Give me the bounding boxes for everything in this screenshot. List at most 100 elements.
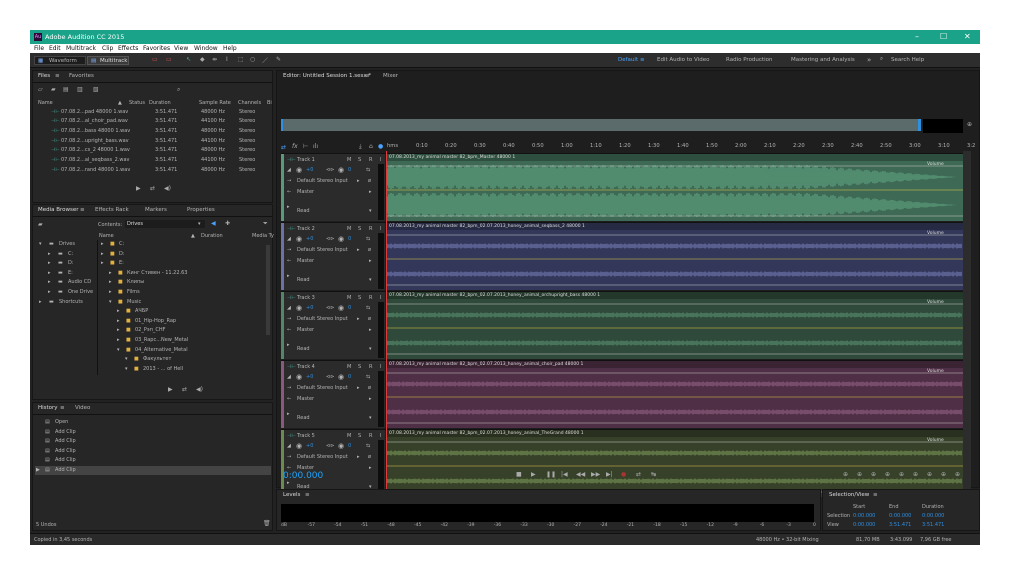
play-icon[interactable]: ▶	[531, 471, 536, 478]
input-monitor-button[interactable]: I	[380, 157, 381, 163]
tab-mixer[interactable]: Mixer	[383, 73, 398, 79]
tree-expander-icon[interactable]: ▾	[39, 241, 42, 247]
col-duration[interactable]: Duration	[149, 100, 171, 106]
track-output[interactable]: Master	[297, 189, 314, 195]
panel-menu-icon[interactable]: ≡	[60, 405, 65, 411]
mute-button[interactable]: M	[347, 364, 351, 370]
folder-label[interactable]: АЧБР	[135, 308, 148, 314]
volume-knob[interactable]: ◉	[296, 304, 302, 312]
menu-file[interactable]: File	[34, 45, 44, 52]
record-button[interactable]: R	[369, 157, 372, 163]
file-row[interactable]: ⊣⊢ 07.08.2...al_choir_pad.wav 3:51.471 4410…	[33, 117, 273, 127]
workspace-edit-audio-to-video[interactable]: Edit Audio to Video	[657, 57, 709, 63]
menu-effects[interactable]: Effects	[118, 45, 138, 52]
phase-invert-icon[interactable]: ø	[368, 247, 371, 253]
col-status[interactable]: Status	[129, 100, 145, 106]
volume-knob[interactable]: ◉	[296, 166, 302, 174]
phase-invert-icon[interactable]: ø	[368, 178, 371, 184]
track-input[interactable]: Default Stereo Input	[297, 247, 348, 253]
folder-label[interactable]: Кинг Стивен - 11.22.63	[127, 270, 187, 276]
phase-invert-icon[interactable]: ø	[368, 454, 371, 460]
folder-label[interactable]: C:	[119, 241, 124, 247]
tab-editor[interactable]: Editor: Untitled Session 1.sesx *	[283, 73, 371, 79]
tree-expander-icon[interactable]: ▸	[117, 318, 120, 324]
col-duration[interactable]: Duration	[201, 233, 223, 239]
zoom-in-amplitude-icon[interactable]: ⊕	[843, 471, 848, 478]
track-input[interactable]: Default Stereo Input	[297, 178, 348, 184]
multitrack-button[interactable]: ▤ Multitrack	[87, 56, 129, 65]
pan-knob[interactable]: ◉	[338, 166, 344, 174]
tree-expander-icon[interactable]: ▸	[48, 279, 51, 285]
phase-icon[interactable]: ⇆	[366, 236, 370, 242]
folder-label[interactable]: Films	[127, 289, 140, 295]
tab-properties[interactable]: Properties	[187, 207, 215, 213]
col-name[interactable]: Name	[38, 100, 53, 106]
import-icon[interactable]: ▰	[51, 86, 56, 93]
dropdown-arrow-icon[interactable]: ▸	[369, 327, 372, 333]
drive-label[interactable]: One Drive	[68, 289, 93, 295]
razor-tool-icon[interactable]: ◆	[200, 56, 205, 63]
go-to-start-icon[interactable]: |◀	[561, 471, 568, 478]
lasso-icon[interactable]: ○	[250, 56, 255, 63]
panel-menu-icon[interactable]: ≡	[365, 73, 370, 79]
dropdown-arrow-icon[interactable]: ▸	[357, 247, 360, 253]
folder-label[interactable]: E:	[119, 260, 124, 266]
menu-window[interactable]: Window	[194, 45, 218, 52]
selection-end[interactable]: 0:00.000	[889, 513, 911, 519]
panel-menu-icon[interactable]: ≡	[55, 73, 60, 79]
input-monitor-button[interactable]: I	[380, 226, 381, 232]
envelope-expand-icon[interactable]: ▸	[287, 411, 290, 417]
file-row[interactable]: ⊣⊢ 07.08.2...cs_2 48000 1.wav 3:51.471 4800…	[33, 146, 273, 156]
view-duration[interactable]: 3:51.471	[922, 522, 944, 528]
automation-mode[interactable]: Read	[297, 346, 310, 352]
phase-invert-icon[interactable]: ø	[368, 316, 371, 322]
rewind-icon[interactable]: ◀◀	[576, 471, 585, 478]
more-workspaces-button[interactable]: »	[867, 56, 871, 64]
overview-bar[interactable]	[281, 119, 921, 131]
new-file-icon[interactable]: ▤	[63, 86, 69, 93]
eq-icon[interactable]: ılı	[313, 143, 318, 150]
tree-expander-icon[interactable]: ▸	[48, 270, 51, 276]
panel-menu-icon[interactable]: ≡	[873, 492, 878, 498]
folder-label[interactable]: D:	[119, 251, 125, 257]
folder-label[interactable]: Клипы	[127, 279, 144, 285]
phase-icon[interactable]: ⇆	[366, 305, 370, 311]
pan-knob[interactable]: ◉	[338, 373, 344, 381]
dropdown-arrow-icon[interactable]: ▸	[369, 258, 372, 264]
scrollbar[interactable]	[266, 245, 270, 335]
track-name[interactable]: Track 4	[297, 364, 315, 370]
tab-history[interactable]: History	[38, 405, 58, 411]
history-item[interactable]: Add Clip	[55, 429, 76, 435]
automation-mode[interactable]: Read	[297, 415, 310, 421]
tree-expander-icon[interactable]: ▸	[101, 241, 104, 247]
dropdown-arrow-icon[interactable]: ▸	[369, 465, 372, 471]
audio-clip[interactable]: 07.08.2013_my animal master 82_bpm_02.07…	[387, 292, 963, 359]
menu-edit[interactable]: Edit	[49, 45, 61, 52]
pan-knob[interactable]: ◉	[338, 442, 344, 450]
folder-label[interactable]: 02_Рэп_CHF	[135, 327, 166, 333]
delete-icon[interactable]: ▧	[93, 86, 99, 93]
pan-knob[interactable]: ◉	[338, 235, 344, 243]
move-tool-icon[interactable]: ↖	[186, 56, 191, 63]
volume-knob[interactable]: ◉	[296, 442, 302, 450]
file-row[interactable]: ⊣⊢ 07.08.2...pad 48000 1.wav 3:51.471 48000…	[33, 107, 273, 117]
volume-knob[interactable]: ◉	[296, 373, 302, 381]
workspace-radio-production[interactable]: Radio Production	[726, 57, 772, 63]
track-name[interactable]: Track 3	[297, 295, 315, 301]
tree-expander-icon[interactable]: ▸	[48, 289, 51, 295]
tree-expander-icon[interactable]: ▸	[48, 260, 51, 266]
tree-expander-icon[interactable]: ▸	[109, 289, 112, 295]
zoom-full-icon[interactable]: ⊕	[899, 471, 904, 478]
col-bits[interactable]: Bi	[267, 100, 272, 106]
record-button[interactable]: R	[369, 295, 372, 301]
tab-video[interactable]: Video	[75, 405, 90, 411]
time-selection-icon[interactable]: I	[226, 56, 228, 63]
maximize-button[interactable]: ☐	[940, 32, 947, 41]
menu-view[interactable]: View	[174, 45, 188, 52]
col-name[interactable]: Name	[99, 233, 114, 239]
tab-media-browser[interactable]: Media Browser	[38, 207, 79, 213]
volume-knob[interactable]: ◉	[296, 235, 302, 243]
go-to-end-icon[interactable]: ▶|	[606, 471, 613, 478]
tree-expander-icon[interactable]: ▾	[109, 299, 112, 305]
input-monitor-button[interactable]: I	[380, 364, 381, 370]
